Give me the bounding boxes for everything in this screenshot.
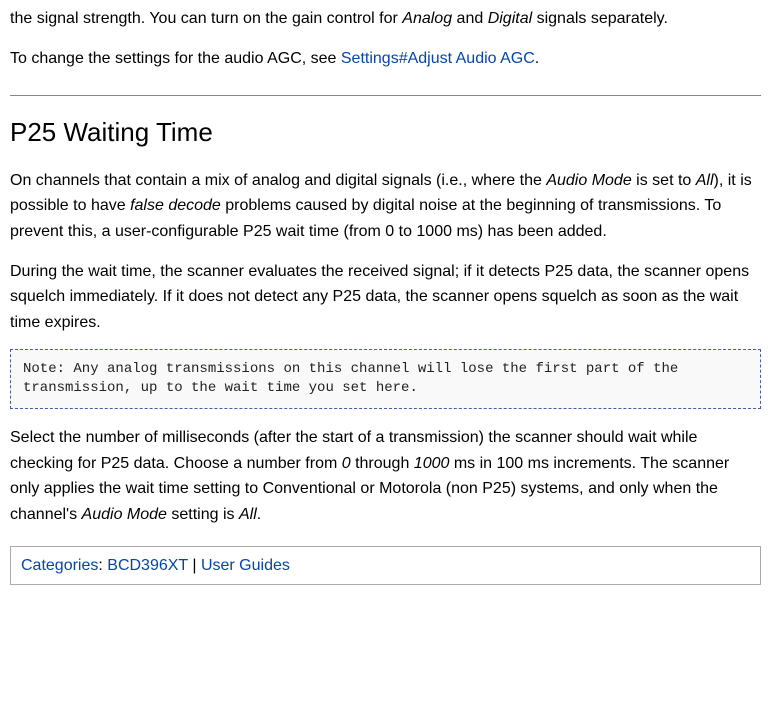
p25-paragraph-1: On channels that contain a mix of analog… <box>10 168 761 245</box>
text: through <box>351 455 414 472</box>
zero-em: 0 <box>342 455 351 472</box>
text: On channels that contain a mix of analog… <box>10 172 546 189</box>
intro-paragraph-2: To change the settings for the audio AGC… <box>10 46 761 72</box>
text: and <box>452 10 488 27</box>
text: To change the settings for the audio AGC… <box>10 50 341 67</box>
text: . <box>535 50 539 67</box>
audio-mode-em: Audio Mode <box>82 506 167 523</box>
text: setting is <box>167 506 239 523</box>
all-em: All <box>696 172 714 189</box>
audio-mode-em: Audio Mode <box>546 172 631 189</box>
category-bcd396xt-link[interactable]: BCD396XT <box>107 557 188 574</box>
p25-waiting-time-heading: P25 Waiting Time <box>10 112 761 154</box>
digital-em: Digital <box>488 10 532 27</box>
p25-paragraph-2: During the wait time, the scanner evalua… <box>10 259 761 336</box>
settings-adjust-audio-agc-link[interactable]: Settings#Adjust Audio AGC <box>341 50 535 67</box>
note-box: Note: Any analog transmissions on this c… <box>10 349 761 409</box>
thousand-em: 1000 <box>414 455 450 472</box>
categories-box: Categories: BCD396XT | User Guides <box>10 546 761 586</box>
text: | <box>188 557 201 574</box>
section-divider <box>10 95 761 96</box>
text: . <box>257 506 261 523</box>
text: : <box>98 557 107 574</box>
false-decode-em: false decode <box>130 197 221 214</box>
p25-paragraph-3: Select the number of milliseconds (after… <box>10 425 761 527</box>
category-user-guides-link[interactable]: User Guides <box>201 557 290 574</box>
all-em: All <box>239 506 257 523</box>
analog-em: Analog <box>402 10 452 27</box>
text: the signal strength. You can turn on the… <box>10 10 402 27</box>
intro-paragraph-1: the signal strength. You can turn on the… <box>10 6 761 32</box>
categories-link[interactable]: Categories <box>21 557 98 574</box>
text: is set to <box>632 172 696 189</box>
text: signals separately. <box>532 10 668 27</box>
